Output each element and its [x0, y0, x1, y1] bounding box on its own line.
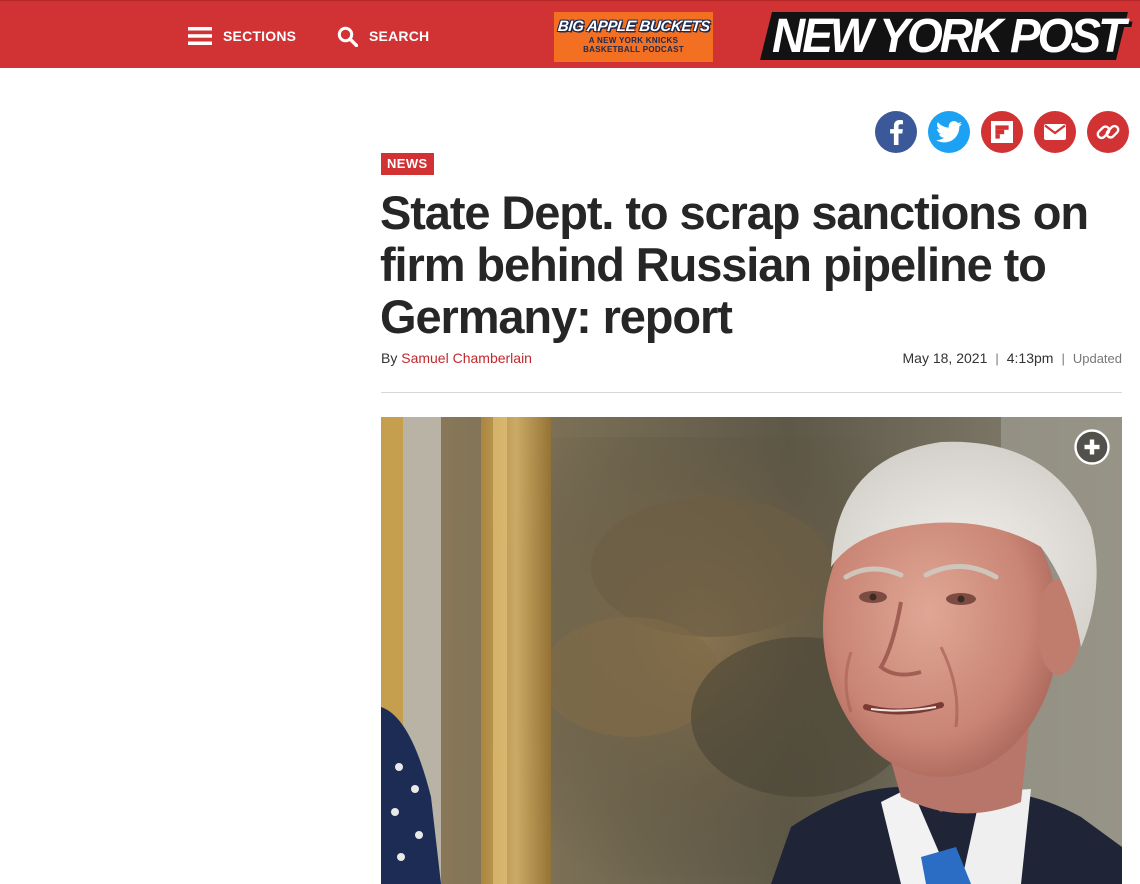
sections-label: SECTIONS: [223, 28, 297, 44]
flipboard-icon: [991, 121, 1013, 143]
expand-image-button[interactable]: [1074, 429, 1110, 465]
article-headline: State Dept. to scrap sanctions on firm b…: [380, 186, 1089, 343]
site-header: SECTIONS SEARCH BIG APPLE BUCKETS A NEW …: [0, 0, 1140, 68]
header-divider: [381, 392, 1122, 393]
facebook-icon: [890, 120, 903, 145]
podcast-subtitle-line1: A NEW YORK KNICKS: [588, 36, 679, 45]
dateline-separator: |: [995, 350, 999, 366]
publish-time: 4:13pm: [1006, 350, 1054, 366]
hamburger-menu-icon: [188, 27, 212, 45]
share-facebook-button[interactable]: [875, 111, 917, 153]
sections-button[interactable]: SECTIONS: [188, 21, 296, 51]
site-logo[interactable]: NEW YORK POST: [760, 7, 1128, 63]
byline: By Samuel Chamberlain: [381, 350, 532, 366]
lead-photo[interactable]: [381, 417, 1122, 884]
logo-wordmark: NEW YORK POST: [772, 7, 1126, 63]
copy-link-button[interactable]: [1087, 111, 1129, 153]
lead-photo-illustration: [381, 417, 1122, 884]
podcast-title: BIG APPLE BUCKETS: [556, 18, 711, 35]
link-icon: [1096, 124, 1120, 140]
share-flipboard-button[interactable]: [981, 111, 1023, 153]
search-label: SEARCH: [369, 28, 430, 44]
podcast-subtitle-line2: BASKETBALL PODCAST: [583, 45, 684, 54]
byline-prefix: By: [381, 350, 398, 366]
publish-date: May 18, 2021: [902, 350, 988, 366]
share-twitter-button[interactable]: [928, 111, 970, 153]
podcast-promo-banner[interactable]: BIG APPLE BUCKETS A NEW YORK KNICKS BASK…: [554, 12, 713, 62]
section-tag-news[interactable]: NEWS: [381, 153, 434, 175]
dateline-separator: |: [1061, 350, 1065, 366]
search-icon: [337, 26, 358, 47]
email-icon: [1044, 124, 1066, 140]
share-email-button[interactable]: [1034, 111, 1076, 153]
dateline: May 18, 2021 | 4:13pm | Updated: [903, 350, 1122, 366]
twitter-icon: [936, 121, 962, 143]
search-button[interactable]: SEARCH: [337, 21, 429, 51]
updated-toggle[interactable]: Updated: [1073, 351, 1122, 366]
author-link[interactable]: Samuel Chamberlain: [401, 350, 532, 366]
plus-circle-icon: [1074, 429, 1110, 465]
